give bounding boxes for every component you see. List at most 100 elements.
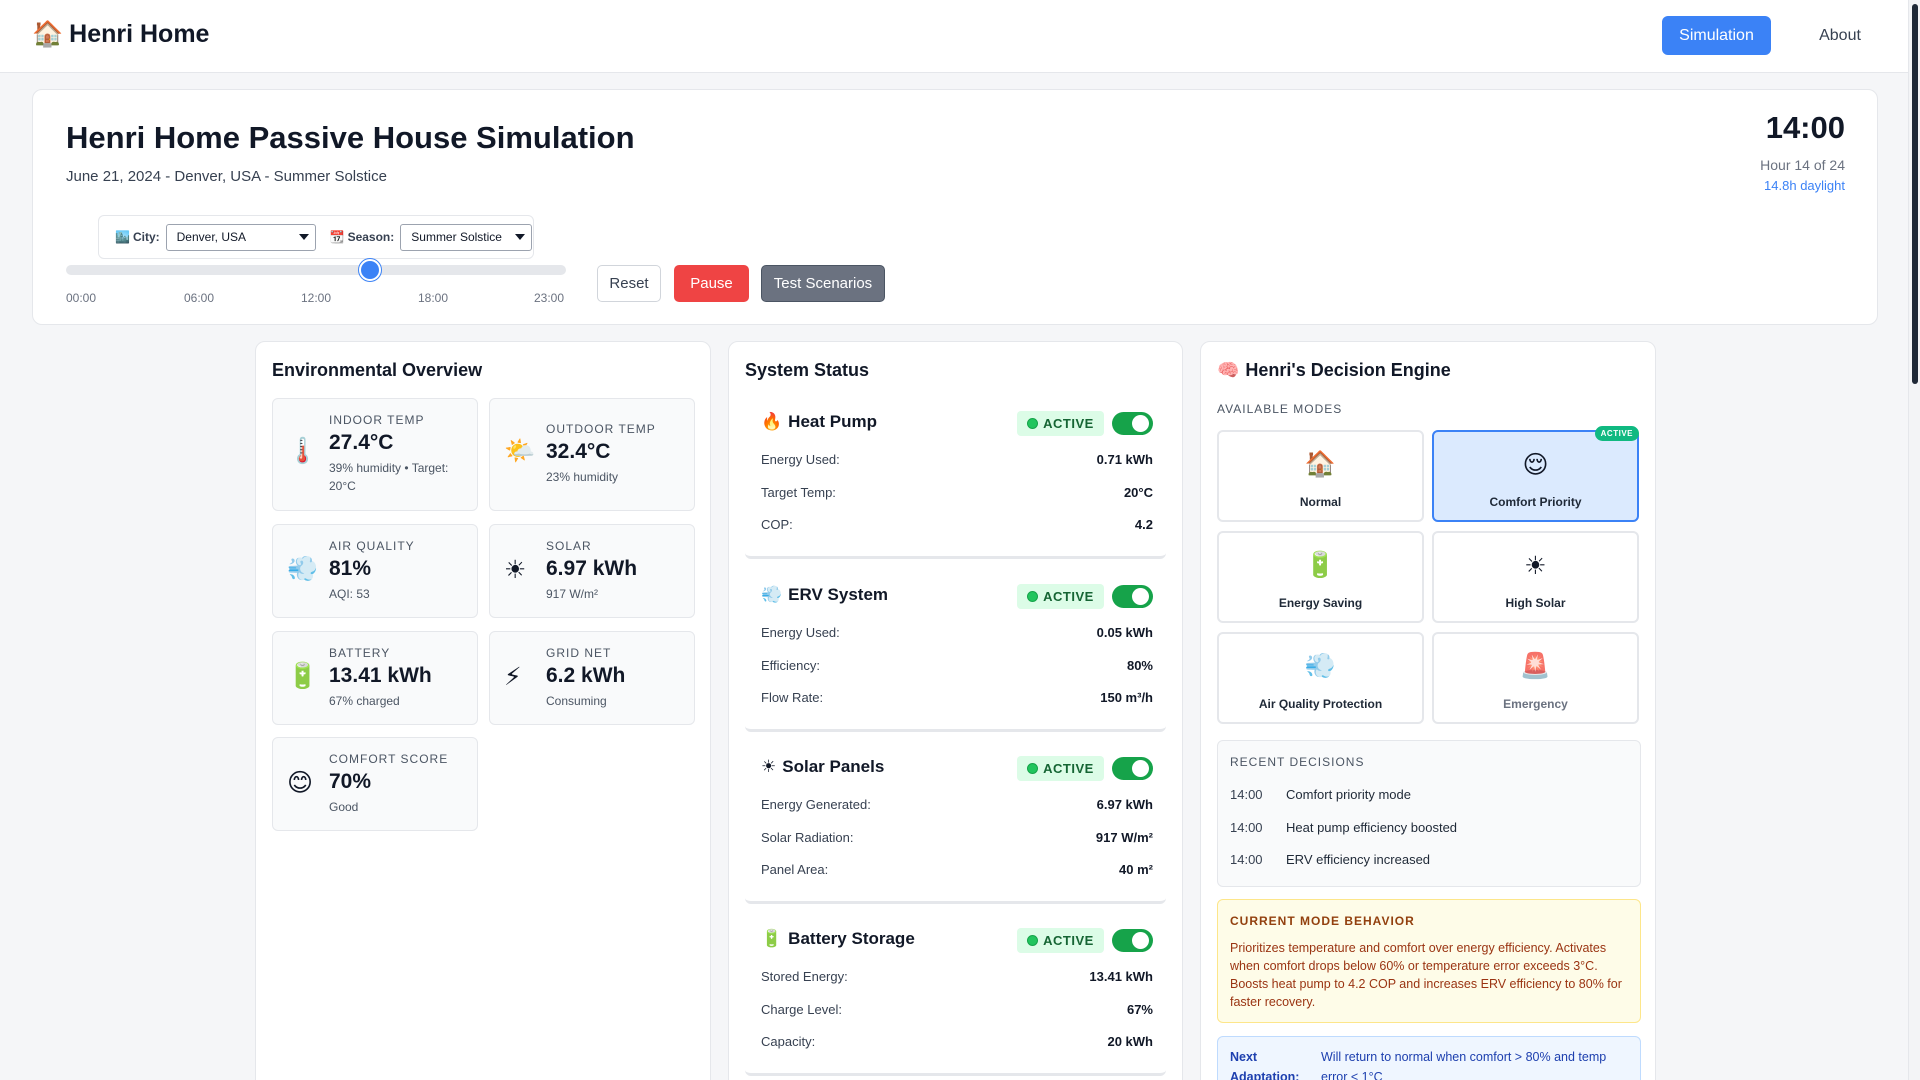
heat-pump-card: 🔥 Heat Pump ACTIVE Energy Used: 0.71 kWh …	[745, 398, 1166, 559]
mode-label: High Solar	[1505, 596, 1566, 610]
hour-slider[interactable]	[66, 259, 566, 281]
chevron-down-icon	[515, 234, 526, 240]
lightning-icon: ⚡	[504, 663, 522, 691]
brand-name: Henri Home	[69, 20, 210, 48]
card-detail: 39% humidity • Target: 20°C	[329, 461, 449, 493]
system-name: 🔋 Battery Storage	[761, 929, 915, 948]
current-mode-behavior: CURRENT MODE BEHAVIOR Prioritizes temper…	[1217, 899, 1641, 1023]
simulation-header: Henri Home Passive House Simulation June…	[32, 89, 1878, 325]
tick-label: 12:00	[301, 291, 332, 305]
city-icon: 🏙️	[115, 230, 130, 244]
tick-label: 18:00	[418, 291, 449, 305]
sun-cloud-icon: 🌤️	[504, 437, 536, 465]
hour-slider-ticks: 00:00 06:00 12:00 18:00 23:00	[66, 291, 566, 307]
reset-button[interactable]: Reset	[597, 265, 661, 302]
solar-panels-card: ☀ Solar Panels ACTIVE Energy Generated: 6…	[745, 743, 1166, 904]
system-status-panel: System Status 🔥 Heat Pump ACTIVE Energy …	[728, 341, 1183, 1080]
decision-item: 14:00 Comfort priority mode	[1230, 787, 1411, 802]
city-label: 🏙️ City:	[115, 230, 160, 244]
active-badge: ACTIVE	[1594, 426, 1639, 441]
mode-normal[interactable]: 🏠 Normal	[1217, 430, 1424, 522]
card-value: 6.97 kWh	[546, 557, 638, 580]
hour-slider-thumb[interactable]	[359, 259, 382, 281]
current-time: 14:00	[1765, 110, 1845, 145]
card-detail: 917 W/m²	[546, 587, 599, 601]
card-label: SOLAR	[546, 539, 592, 553]
wind-icon: 💨	[761, 585, 783, 604]
decision-engine-panel: 🧠 Henri's Decision Engine AVAILABLE MODE…	[1200, 341, 1656, 1080]
toggle-knob	[1132, 588, 1149, 605]
system-name: 🔥 Heat Pump	[761, 412, 877, 431]
sun-icon: ☀	[761, 757, 777, 776]
stat-row: COP: 4.2	[761, 517, 1153, 532]
card-value: 81%	[329, 557, 372, 580]
sun-icon: ☀	[1524, 552, 1547, 580]
season-select[interactable]: Summer Solstice	[400, 223, 533, 251]
wind-icon: 💨	[1304, 652, 1337, 680]
house-icon: 🏠	[1304, 450, 1337, 478]
grid-net-card: ⚡ GRID NET 6.2 kWh Consuming	[489, 631, 695, 725]
outdoor-temp-card: 🌤️ OUTDOOR TEMP 32.4°C 23% humidity	[489, 398, 695, 511]
panel-title: 🧠 Henri's Decision Engine	[1217, 360, 1451, 380]
battery-card: 🔋 BATTERY 13.41 kWh 67% charged	[272, 631, 478, 725]
relieved-face-icon: 😌	[1522, 451, 1549, 479]
solar-toggle[interactable]	[1112, 757, 1153, 780]
mode-energy-saving[interactable]: 🔋 Energy Saving	[1217, 531, 1424, 623]
battery-icon: 🔋	[287, 662, 319, 690]
stat-row: Energy Used: 0.71 kWh	[761, 452, 1153, 467]
heat-pump-toggle[interactable]	[1112, 412, 1153, 435]
decision-item: 14:00 Heat pump efficiency boosted	[1230, 820, 1458, 835]
stat-row: Efficiency: 80%	[761, 658, 1153, 673]
chevron-down-icon	[298, 234, 309, 240]
season-select-value: Summer Solstice	[411, 230, 502, 244]
mode-label: Emergency	[1503, 697, 1568, 711]
mode-air-quality-protection[interactable]: 💨 Air Quality Protection	[1217, 632, 1424, 724]
house-icon: 🏠	[32, 20, 64, 48]
available-modes-label: AVAILABLE MODES	[1217, 402, 1343, 416]
next-adaptation-text: Will return to normal when comfort > 80%…	[1321, 1050, 1607, 1080]
erv-toggle[interactable]	[1112, 585, 1153, 608]
test-scenarios-button[interactable]: Test Scenarios	[761, 265, 885, 302]
scrollbar-thumb[interactable]	[1912, 4, 1918, 384]
thermometer-icon: 🌡️	[287, 437, 319, 465]
nav-about-link[interactable]: About	[1800, 16, 1880, 55]
card-detail: AQI: 53	[329, 587, 370, 601]
system-name: 💨 ERV System	[761, 585, 889, 604]
toggle-knob	[1132, 415, 1149, 432]
tick-label: 23:00	[534, 291, 565, 305]
mode-label: Air Quality Protection	[1258, 697, 1383, 711]
card-detail: Consuming	[546, 694, 607, 708]
battery-toggle[interactable]	[1112, 929, 1153, 952]
mode-comfort-priority[interactable]: ACTIVE 😌 Comfort Priority	[1432, 426, 1639, 522]
card-value: 32.4°C	[546, 440, 611, 463]
decision-item: 14:00 ERV efficiency increased	[1230, 852, 1431, 867]
card-detail: 67% charged	[329, 694, 400, 708]
pause-button[interactable]: Pause	[674, 265, 749, 302]
card-detail: Good	[329, 800, 359, 814]
stat-row: Capacity: 20 kWh	[761, 1034, 1153, 1049]
siren-icon: 🚨	[1519, 652, 1552, 680]
stat-row: Flow Rate: 150 m³/h	[761, 690, 1153, 705]
mode-label: Normal	[1299, 495, 1342, 509]
calendar-icon: 📆	[329, 230, 345, 244]
smiley-icon: 😊	[287, 769, 314, 797]
status-dot-icon	[1027, 591, 1039, 602]
season-label-text: Season:	[347, 230, 395, 244]
nav-simulation-button[interactable]: Simulation	[1662, 16, 1771, 55]
mode-label: Energy Saving	[1278, 596, 1363, 610]
toggle-knob	[1132, 760, 1149, 777]
stat-row: Stored Energy: 13.41 kWh	[761, 969, 1153, 984]
card-detail: 23% humidity	[546, 470, 619, 484]
status-badge: ACTIVE	[1017, 411, 1104, 436]
brand[interactable]: 🏠 Henri Home	[32, 20, 209, 49]
card-label: AIR QUALITY	[329, 539, 415, 553]
stat-row: Charge Level: 67%	[761, 1002, 1153, 1017]
city-select[interactable]: Denver, USA	[165, 223, 316, 251]
card-label: COMFORT SCORE	[329, 752, 449, 766]
mode-emergency[interactable]: 🚨 Emergency	[1432, 632, 1639, 724]
card-value: 13.41 kWh	[329, 664, 432, 687]
battery-storage-card: 🔋 Battery Storage ACTIVE Stored Energy: 1…	[745, 915, 1166, 1076]
indoor-temp-card: 🌡️ INDOOR TEMP 27.4°C 39% humidity • Tar…	[272, 398, 478, 511]
mode-high-solar[interactable]: ☀ High Solar	[1432, 531, 1639, 623]
page-scrollbar[interactable]	[1908, 0, 1920, 1080]
